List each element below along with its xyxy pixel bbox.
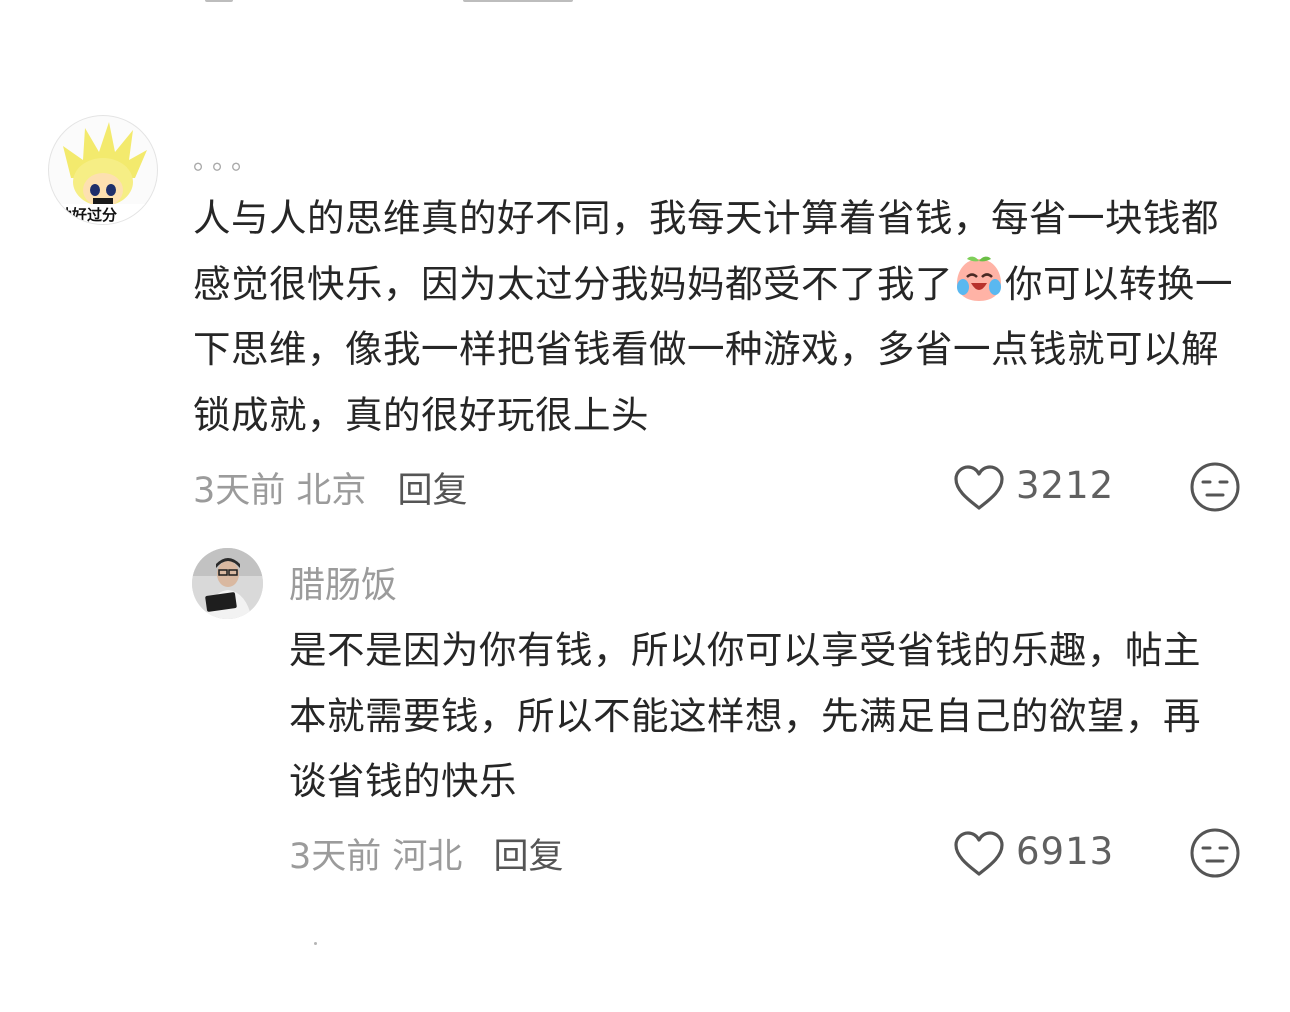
avatar-caption: 呐好过分: [57, 206, 118, 224]
crying-laughing-emoji-icon: [953, 253, 1005, 305]
reply-time: 3天前: [289, 837, 382, 877]
meh-face-icon: [1190, 828, 1240, 878]
meh-face-icon: [1190, 462, 1240, 512]
previous-content-edge: [0, 0, 1290, 6]
heart-outline-icon: [954, 831, 1004, 876]
commenter-avatar[interactable]: 呐好过分: [48, 115, 158, 225]
reply-dislike-button[interactable]: [1189, 827, 1241, 879]
comment-dislike-button[interactable]: [1189, 461, 1241, 513]
heart-outline-icon: [954, 465, 1004, 510]
commenter-username[interactable]: 。。。: [193, 140, 263, 177]
reply-reply-button[interactable]: 回复: [493, 837, 563, 877]
reply-avatar[interactable]: [192, 548, 263, 619]
comment-time: 3天前: [193, 471, 286, 511]
reply-meta: 3天前 河北 回复: [289, 828, 564, 879]
divider-dot: [314, 942, 317, 945]
comment-like-count: 3212: [1016, 464, 1115, 507]
person-reading-icon: [192, 548, 263, 619]
reply-location: 河北: [392, 837, 463, 877]
reply-username[interactable]: 腊肠饭: [289, 556, 397, 608]
comment-meta: 3天前 北京 回复: [193, 462, 468, 513]
comment-reply-button[interactable]: 回复: [397, 471, 467, 511]
reply-text: 是不是因为你有钱，所以你可以享受省钱的乐趣，帖主本就需要钱，所以不能这样想，先满…: [289, 628, 1201, 803]
comment-text: 人与人的思维真的好不同，我每天计算着省钱，每省一块钱都感觉很快乐，因为太过分我妈…: [193, 186, 1243, 448]
comment-location: 北京: [296, 471, 367, 511]
reply-like-count: 6913: [1016, 830, 1115, 873]
